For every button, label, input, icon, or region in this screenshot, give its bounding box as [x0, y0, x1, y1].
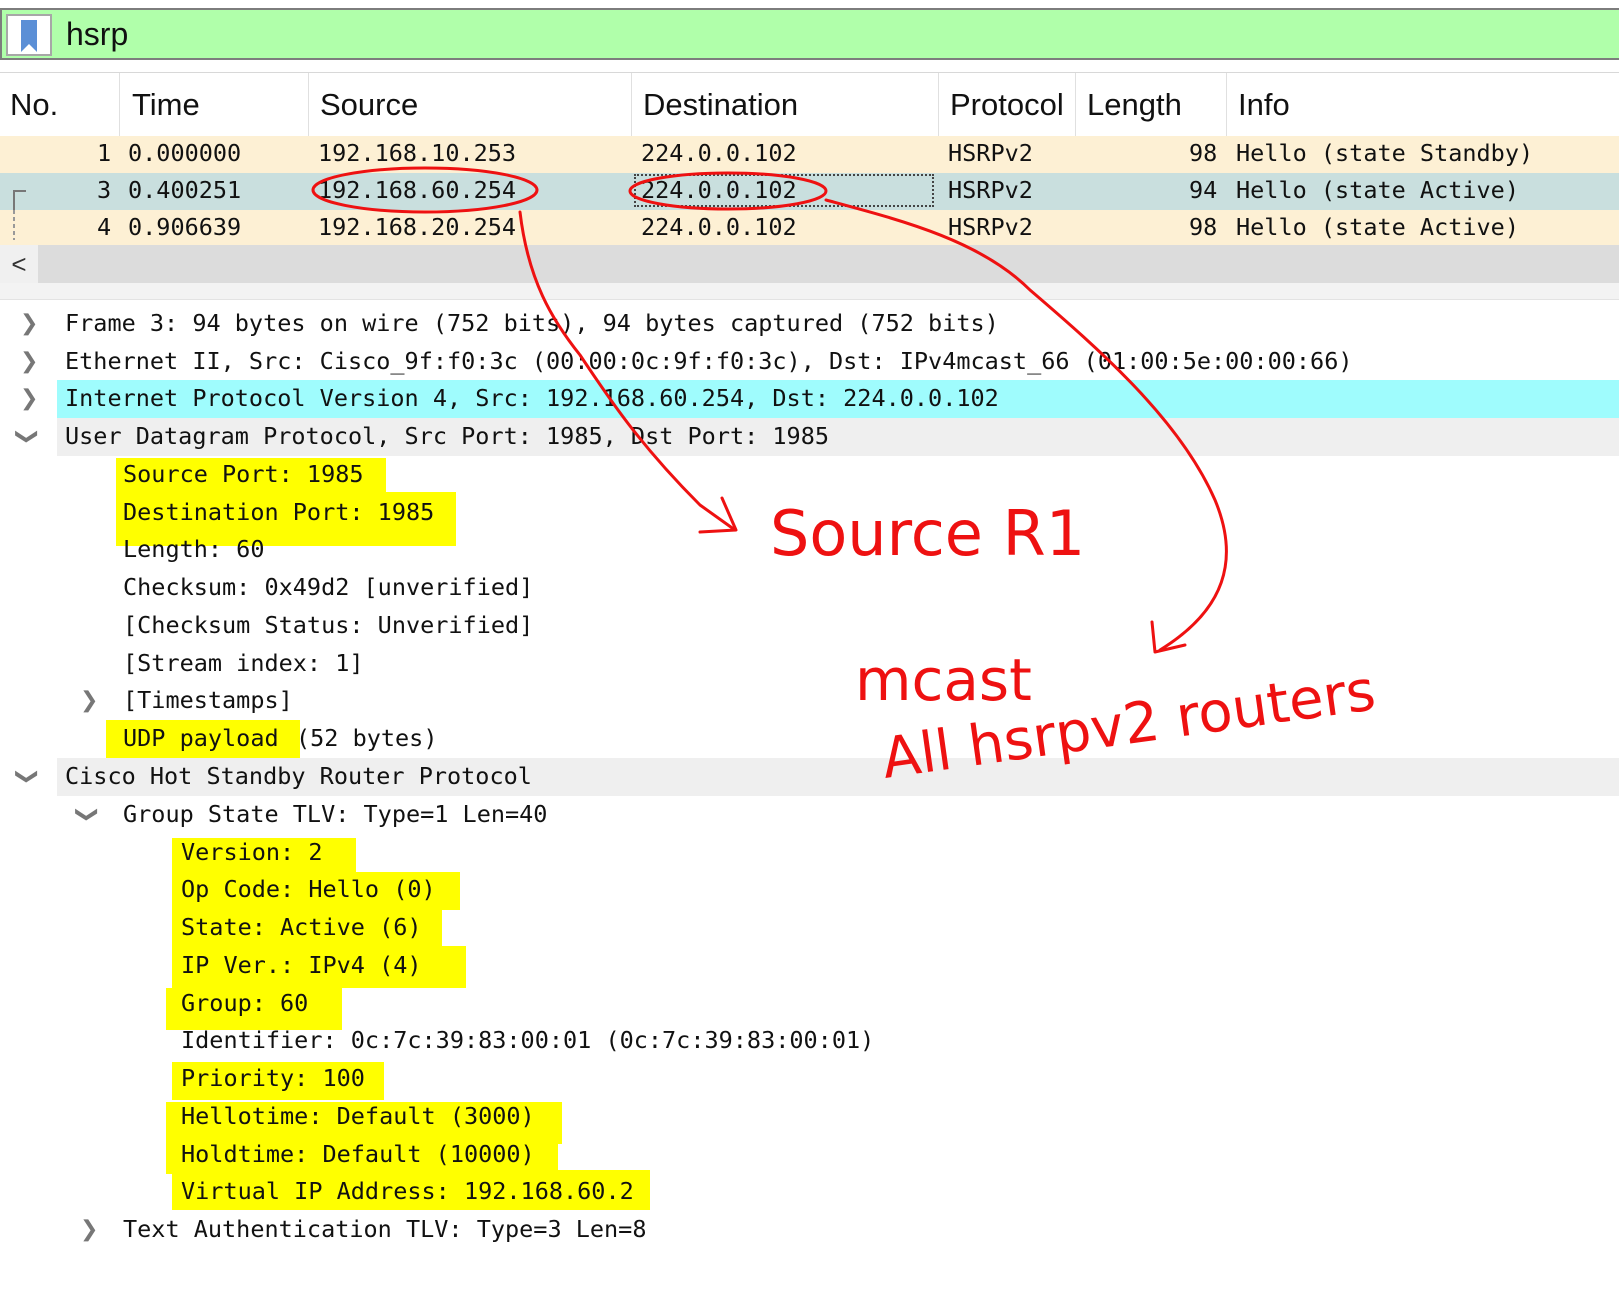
mcast-arrow — [824, 198, 1228, 652]
source-arrow — [518, 210, 737, 532]
red-ink-annotations: Source R1 mcast All hsrpv2 routers — [311, 166, 1379, 792]
destination-circle — [628, 171, 828, 211]
annotation-source-r1: Source R1 — [770, 497, 1085, 570]
source-circle — [311, 166, 539, 214]
annotation-mcast: mcast — [855, 646, 1032, 714]
